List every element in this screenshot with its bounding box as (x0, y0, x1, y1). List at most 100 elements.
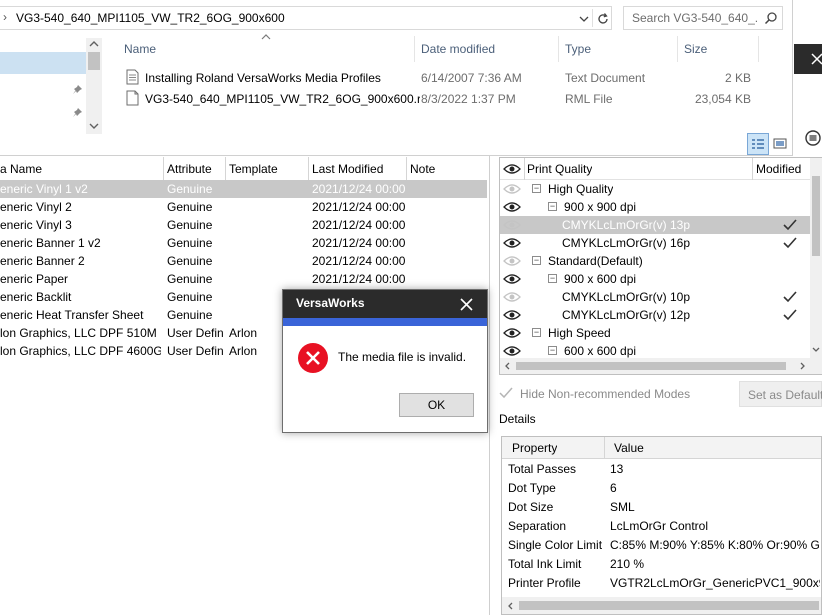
detail-property: Dot Type (508, 481, 556, 495)
column-header-value[interactable]: Value (614, 441, 644, 455)
media-row[interactable]: eneric Vinyl 2 Genuine 2021/12/24 00:00 (0, 198, 487, 216)
media-row[interactable]: eneric Vinyl 3 Genuine 2021/12/24 00:00 (0, 216, 487, 234)
scroll-up-icon[interactable] (89, 40, 99, 48)
media-attribute: User Defin (167, 326, 224, 340)
column-header-attribute[interactable]: Attribute (163, 157, 225, 181)
print-quality-row[interactable]: − High Quality (500, 180, 810, 198)
media-attribute: Genuine (167, 218, 213, 232)
print-quality-row[interactable]: −900 x 900 dpi (500, 198, 810, 216)
column-header-name[interactable]: Name (124, 42, 156, 56)
pin-icon[interactable] (71, 107, 83, 119)
search-placeholder[interactable]: Search VG3-540_640_... (632, 11, 757, 25)
media-attribute: Genuine (167, 236, 213, 250)
pin-icon[interactable] (71, 84, 83, 96)
large-icons-view-icon (773, 138, 787, 149)
search-input[interactable]: Search VG3-540_640_... (623, 6, 783, 30)
visibility-eye-icon[interactable] (503, 308, 521, 322)
scroll-right-icon[interactable] (799, 362, 806, 370)
media-row[interactable]: eneric Banner 1 v2 Genuine 2021/12/24 00:0… (0, 234, 487, 252)
print-quality-row[interactable]: CMYKLcLmOrGr(v) 12p (500, 306, 810, 324)
visibility-eye-icon[interactable] (503, 182, 521, 196)
file-name[interactable]: Installing Roland VersaWorks Media Profi… (145, 71, 415, 85)
search-icon[interactable] (764, 11, 778, 25)
column-header-last-modified[interactable]: Last Modified (308, 157, 406, 181)
scroll-left-icon[interactable] (507, 602, 514, 610)
print-quality-row[interactable]: − Standard(Default) (500, 252, 810, 270)
print-quality-vscrollbar[interactable] (810, 158, 822, 358)
visibility-eye-icon[interactable] (503, 200, 521, 214)
visibility-eye-icon[interactable] (503, 344, 521, 358)
detail-property: Separation (508, 519, 567, 533)
collapse-icon[interactable]: − (548, 346, 557, 355)
column-header-size[interactable]: Size (684, 42, 707, 56)
visibility-eye-icon[interactable] (503, 236, 521, 250)
media-last-modified: 2021/12/24 00:00 (312, 200, 406, 214)
detail-value: 13 (610, 462, 624, 476)
column-header-print-quality[interactable]: Print Quality (527, 162, 592, 176)
column-header-template[interactable]: Template (225, 157, 308, 181)
scroll-left-icon[interactable] (504, 362, 511, 370)
menu-icon[interactable] (805, 130, 821, 146)
visibility-eye-icon[interactable] (503, 290, 521, 304)
scroll-thumb[interactable] (519, 601, 819, 610)
media-row[interactable]: eneric Banner 2 Genuine 2021/12/24 00:00 (0, 252, 487, 270)
details-hscrollbar[interactable] (502, 597, 821, 614)
dialog-title: VersaWorks (296, 296, 365, 310)
ok-button[interactable]: OK (399, 393, 474, 417)
file-row[interactable]: VG3-540_640_MPI1105_VW_TR2_6OG_900x600.r… (120, 89, 760, 109)
refresh-icon[interactable] (596, 12, 610, 26)
collapse-icon[interactable]: − (548, 202, 557, 211)
chevron-right-icon[interactable]: › (3, 10, 7, 24)
chevron-down-icon[interactable] (578, 13, 590, 25)
print-quality-row[interactable]: CMYKLcLmOrGr(v) 16p (500, 234, 810, 252)
file-row[interactable]: Installing Roland VersaWorks Media Profi… (120, 68, 760, 88)
nav-pane-scrollbar[interactable] (86, 38, 102, 134)
visibility-eye-icon[interactable] (503, 326, 521, 340)
dialog-title-bar[interactable]: VersaWorks (283, 290, 487, 318)
collapse-icon[interactable]: − (548, 274, 557, 283)
details-table: Property Value Total Passes 13 Dot Type 6 Do… (501, 436, 822, 615)
close-icon[interactable] (460, 298, 473, 311)
detail-value: LcLmOrGr Control (610, 519, 709, 533)
details-view-icon (752, 139, 764, 149)
scroll-thumb[interactable] (812, 176, 820, 256)
print-quality-row[interactable]: −900 x 600 dpi (500, 270, 810, 288)
collapse-icon[interactable]: − (532, 256, 541, 265)
visibility-eye-icon[interactable] (503, 254, 521, 268)
visibility-eye-icon[interactable] (503, 272, 521, 286)
media-row[interactable]: eneric Vinyl 1 v2 Genuine 2021/12/24 00:00 (0, 180, 487, 198)
column-header-type[interactable]: Type (565, 42, 591, 56)
print-quality-hscrollbar[interactable] (500, 358, 822, 374)
media-row[interactable]: eneric Paper Genuine 2021/12/24 00:00 (0, 270, 487, 288)
print-quality-row[interactable]: − High Speed (500, 324, 810, 342)
collapse-icon[interactable]: − (532, 328, 541, 337)
visibility-eye-icon[interactable] (503, 218, 521, 232)
column-header-note[interactable]: Note (406, 157, 486, 181)
print-quality-row[interactable]: CMYKLcLmOrGr(v) 13p (500, 216, 810, 234)
scroll-down-icon[interactable] (812, 346, 820, 353)
print-quality-panel: Print Quality Modified − High Quality −900… (499, 157, 822, 375)
collapse-icon[interactable]: − (532, 184, 541, 193)
column-header-media-name[interactable]: a Name (0, 157, 163, 181)
scroll-thumb[interactable] (516, 362, 786, 370)
nav-pane-selected-item[interactable] (0, 52, 86, 74)
hide-non-recommended-checkbox[interactable]: Hide Non-recommended Modes (496, 382, 726, 404)
scroll-down-icon[interactable] (89, 122, 99, 130)
details-view-button[interactable] (747, 133, 769, 155)
column-header-property[interactable]: Property (512, 441, 557, 455)
media-attribute: Genuine (167, 254, 213, 268)
detail-value: 6 (610, 481, 617, 495)
scroll-thumb[interactable] (88, 52, 100, 70)
visibility-eye-icon[interactable] (503, 163, 521, 175)
close-icon[interactable] (811, 53, 822, 65)
column-header-date-modified[interactable]: Date modified (421, 42, 495, 56)
print-quality-label: 900 x 900 dpi (564, 200, 637, 214)
set-as-default-button[interactable]: Set as Default (739, 381, 822, 407)
address-path[interactable]: VG3-540_640_MPI1105_VW_TR2_6OG_900x600 (16, 11, 556, 25)
column-header-modified[interactable]: Modified (756, 162, 801, 176)
large-icons-view-button[interactable] (770, 133, 792, 155)
file-name[interactable]: VG3-540_640_MPI1105_VW_TR2_6OG_900x600.r… (145, 92, 420, 106)
print-quality-row[interactable]: CMYKLcLmOrGr(v) 10p (500, 288, 810, 306)
address-bar[interactable]: › VG3-540_640_MPI1105_VW_TR2_6OG_900x600 (0, 6, 612, 30)
print-quality-row[interactable]: −600 x 600 dpi (500, 342, 810, 358)
